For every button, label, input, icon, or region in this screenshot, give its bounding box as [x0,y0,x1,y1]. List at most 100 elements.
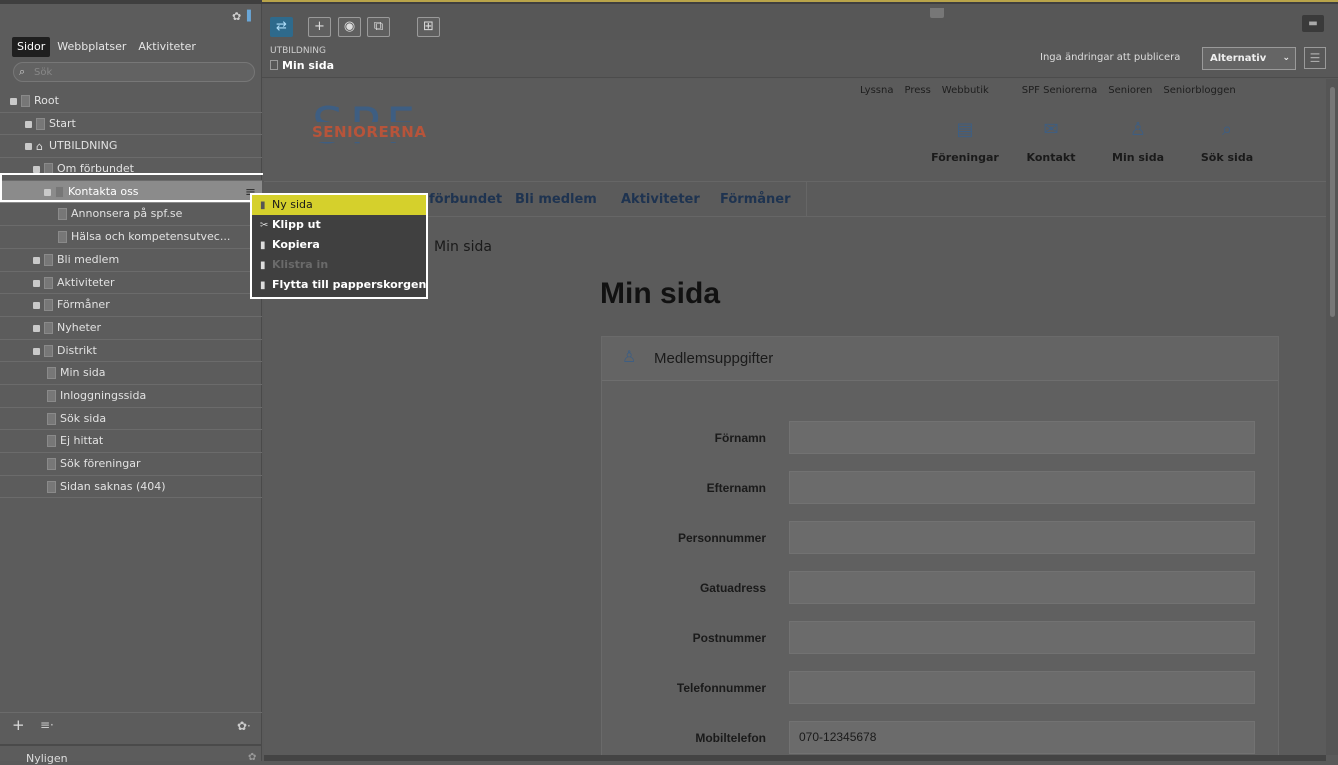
context-menu-item[interactable]: ▮ Kopiera [252,235,426,255]
expand-icon[interactable] [33,347,40,355]
folder-icon[interactable]: ▬ [1302,15,1324,32]
expand-icon[interactable] [25,143,32,151]
horizontal-scrollbar[interactable] [264,755,1326,761]
field-label: Postnummer [692,631,766,645]
field-label: Personnummer [677,531,766,545]
compare-button[interactable]: ⧉ [367,17,390,37]
context-menu-item[interactable]: ✂ Klipp ut [252,215,426,235]
expand-icon[interactable] [33,279,40,287]
expand-icon[interactable] [33,166,40,174]
link-spf-seniorerna[interactable]: SPF Seniorerna [1022,85,1098,96]
device-preview-button[interactable]: ⊞ [417,17,440,37]
tree-node[interactable]: Inloggningssida [0,385,262,408]
icon-link-sok-sida[interactable]: ⌕ Sök sida [1192,117,1262,164]
nav-forbundet[interactable]: förbundet [429,192,502,207]
expand-icon[interactable] [33,324,40,332]
recent-gear-icon[interactable]: ✿ [248,752,256,763]
tree-node[interactable]: Sök sida [0,408,262,431]
site-breadcrumb[interactable]: Min sida [434,239,492,255]
card-header: ♙ Medlemsuppgifter [602,337,1278,381]
tree-node-label: Inloggningssida [60,388,147,402]
chevron-down-icon: ⌄ [1282,53,1290,63]
add-icon[interactable]: + [12,716,25,734]
tree-node[interactable]: Sidan saknas (404) [0,476,262,499]
properties-list-icon[interactable]: ☰ [1304,47,1326,69]
icon-link-min-sida[interactable]: ♙ Min sida [1103,117,1173,164]
tree-node[interactable]: Aktiviteter [0,272,262,295]
field-input[interactable] [789,471,1255,504]
field-input[interactable] [789,571,1255,604]
page-tree: Root Start ⌂ UTBILDNING Om förbundet Kontakta… [0,90,262,499]
gear-icon[interactable]: ✿ [232,11,242,22]
field-input[interactable]: 070-12345678 [789,721,1255,754]
user-icon: ♙ [622,347,637,366]
context-menu-item[interactable]: ▮ Ny sida [252,195,426,215]
field-input[interactable] [789,421,1255,454]
field-input[interactable] [789,521,1255,554]
site-logo[interactable]: SPF SENIORERNA [312,97,442,157]
field-label: Telefonnummer [676,681,766,695]
link-lyssna[interactable]: Lyssna [860,85,893,96]
nav-bli-medlem[interactable]: Bli medlem [515,192,597,207]
expand-icon[interactable] [25,120,32,128]
scrollbar-thumb[interactable] [1330,87,1335,317]
context-menu-item[interactable]: ▮ Flytta till papperskorgen [252,275,426,295]
tree-node[interactable]: Nyheter [0,317,262,340]
selected-node-outline [0,173,263,202]
tree-node-label: Bli medlem [57,252,120,266]
tab-webbplatser[interactable]: Webbplatser [52,37,131,57]
expand-icon[interactable] [10,98,17,105]
form-row: Personnummer [602,521,1278,555]
tree-node[interactable]: Start [0,113,262,136]
tree-node-label: Start [49,116,76,130]
page-icon [44,253,53,266]
link-senioren[interactable]: Senioren [1108,85,1152,96]
options-button[interactable]: Alternativ ⌄ [1202,47,1296,70]
tree-node[interactable]: Sök föreningar [0,453,262,476]
tree-node[interactable]: Root [0,90,262,113]
tree-node-label: Sök föreningar [60,457,141,470]
link-seniorbloggen[interactable]: Seniorbloggen [1163,85,1235,96]
tree-node[interactable]: Annonsera på spf.se [0,203,262,227]
preview-eye-button[interactable]: ◉ [338,17,361,37]
tree-toolbar: + ≡· ✿· [0,712,262,740]
page-icon [47,480,56,493]
tree-node-label: Aktiviteter [57,275,115,289]
nav-formaner[interactable]: Förmåner [720,192,791,207]
icon-link-kontakt[interactable]: ✉ Kontakt [1016,117,1086,164]
pin-icon[interactable]: ▌ [247,12,255,22]
tree-node[interactable]: Distrikt [0,340,262,363]
tree-node[interactable]: Bli medlem [0,249,262,272]
search-input[interactable] [34,65,244,79]
link-webbutik[interactable]: Webbutik [942,85,989,96]
field-input[interactable] [789,621,1255,654]
tab-sidor[interactable]: Sidor [12,37,51,57]
tree-node[interactable]: ⌂ UTBILDNING [0,135,262,159]
tree-node[interactable]: Min sida [0,362,262,385]
expand-icon[interactable] [33,256,40,264]
expand-icon[interactable] [33,302,40,310]
add-button[interactable]: + [308,17,331,37]
recent-section[interactable]: Nyligen ✿ [0,744,262,765]
member-details-card: ♙ Medlemsuppgifter Förnamn Efternamn Perso… [601,336,1279,755]
field-input[interactable] [789,671,1255,704]
toggle-tree-button[interactable]: ⇄ [270,17,293,37]
card-title: Medlemsuppgifter [654,350,774,367]
sort-list-icon[interactable]: ≡· [40,718,54,732]
site-top-links: Lyssna Press Webbutik SPF Seniorerna Sen… [860,85,1236,96]
page-icon [44,299,53,312]
link-press[interactable]: Press [904,85,930,96]
form-row: Efternamn [602,471,1278,505]
tree-node[interactable]: Ej hittat [0,430,262,453]
nav-aktiviteter[interactable]: Aktiviteter [621,192,700,207]
icon-link-foreningar[interactable]: ▤ Föreningar [930,117,1000,164]
breadcrumb-parent[interactable]: UTBILDNING [270,46,326,56]
toolbar-expand-tab[interactable] [930,8,944,18]
vertical-scrollbar[interactable] [1326,79,1338,755]
field-label: Gatuadress [699,581,766,595]
tab-aktiviteter[interactable]: Aktiviteter [133,37,201,57]
tree-node[interactable]: Hälsa och kompetensutvec... [0,226,262,249]
settings-gear-icon[interactable]: ✿· [237,719,251,733]
tree-node[interactable]: Förmåner [0,294,262,317]
tree-node-label: Nyheter [57,320,102,334]
